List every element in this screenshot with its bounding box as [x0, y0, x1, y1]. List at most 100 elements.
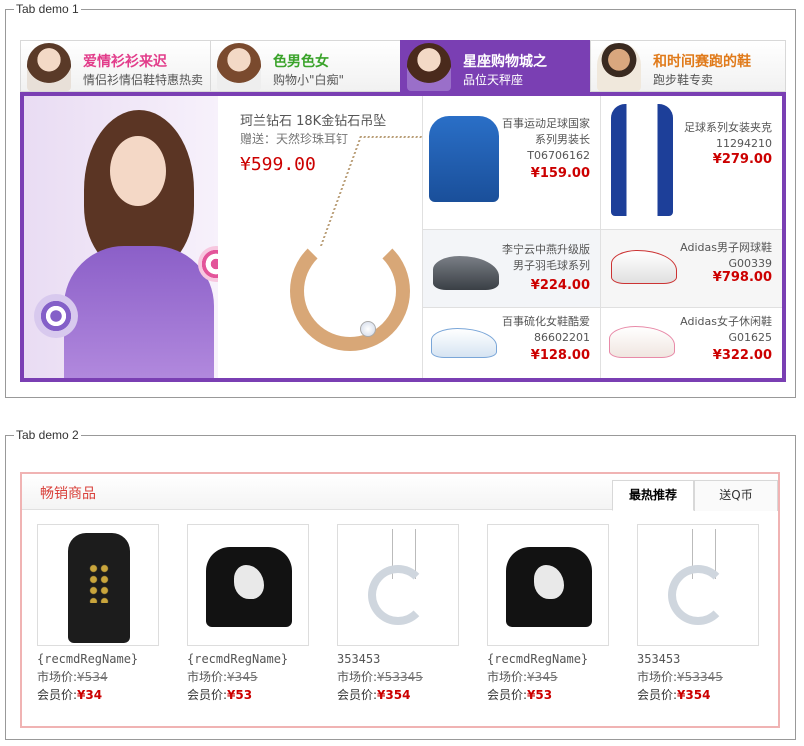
- product-grid: 百事运动足球国家系列男装长T06706162 ¥159.00 足球系列女装夹克1…: [422, 96, 782, 378]
- market-price: 市场价:¥53345: [637, 670, 723, 684]
- promo-tabs: 爱情衫衫来迟 情侣衫情侣鞋特惠热卖 色男色女 购物小"白痴" 星座购物城之 品位…: [20, 40, 786, 92]
- list-item: {recmdRegName} 市场价:¥345 会员价:¥53: [487, 524, 611, 704]
- shoe-image: [431, 328, 497, 358]
- tab-portrait-image: [597, 43, 641, 91]
- shoe-image: [433, 256, 499, 290]
- product-price: ¥798.00: [712, 270, 772, 285]
- member-price-value: ¥354: [677, 688, 711, 702]
- member-price: 会员价:¥53: [487, 688, 553, 702]
- member-price-value: ¥354: [377, 688, 411, 702]
- member-price-value: ¥34: [77, 688, 103, 702]
- tab-subtitle: 品位天秤座: [463, 73, 524, 87]
- tab-title: 和时间赛跑的鞋: [653, 54, 751, 70]
- tab-title: 星座购物城之: [463, 54, 547, 70]
- market-price-value: ¥345: [227, 670, 258, 684]
- product-cell[interactable]: 百事硫化女鞋酷爱86602201 ¥128.00: [422, 308, 600, 378]
- tab-demo-2: Tab demo 2 畅销商品 最热推荐 送Q币 {recmdRegName} …: [5, 428, 796, 740]
- list-item: 353453 市场价:¥53345 会员价:¥354: [337, 524, 461, 704]
- necklace-image: [368, 565, 428, 625]
- product-cell[interactable]: 足球系列女装夹克11294210 ¥279.00: [600, 96, 782, 230]
- tab-hot-recommend[interactable]: 最热推荐: [612, 480, 694, 511]
- product-price: ¥322.00: [712, 348, 772, 363]
- product-name: 足球系列女装夹克11294210: [684, 121, 772, 150]
- tab-fashion[interactable]: 色男色女 购物小"白痴": [210, 40, 400, 92]
- demo-1-legend: Tab demo 1: [16, 2, 79, 16]
- jacket-image: [611, 104, 673, 216]
- shoe-image: [611, 250, 677, 284]
- gem-icon: [360, 321, 376, 337]
- product-name: Adidas男子网球鞋G00339: [680, 241, 772, 270]
- tab-portrait-image: [407, 43, 451, 91]
- product-cell[interactable]: 李宁云中燕升级版男子羽毛球系列 ¥224.00: [422, 230, 600, 308]
- tab-title: 色男色女: [273, 54, 329, 70]
- product-cell[interactable]: 百事运动足球国家系列男装长T06706162 ¥159.00: [422, 96, 600, 230]
- product-price: ¥159.00: [530, 166, 590, 181]
- product-price: ¥224.00: [530, 278, 590, 293]
- coat-image: [68, 533, 130, 643]
- product-name[interactable]: {recmdRegName}: [187, 652, 311, 668]
- product-list: {recmdRegName} 市场价:¥534 会员价:¥34 {recmdRe…: [37, 524, 777, 714]
- product-name[interactable]: {recmdRegName}: [487, 652, 611, 668]
- member-price: 会员价:¥34: [37, 688, 103, 702]
- tab-portrait-image: [27, 43, 71, 91]
- product-image[interactable]: [37, 524, 159, 646]
- necklace-image: [668, 565, 728, 625]
- tab-portrait-image: [217, 43, 261, 91]
- featured-pendant[interactable]: 珂兰钻石 18K金钻石吊坠 赠送：天然珍珠耳钉 ¥599.00: [220, 96, 431, 378]
- tab-subtitle: 情侣衫情侣鞋特惠热卖: [83, 73, 204, 87]
- bestsellers-header: 畅销商品 最热推荐 送Q币: [22, 474, 778, 511]
- promo-panel: 珂兰钻石 18K金钻石吊坠 赠送：天然珍珠耳钉 ¥599.00 百事运动足球国家…: [20, 92, 786, 382]
- sweater-image: [206, 547, 292, 627]
- tab-q-coins[interactable]: 送Q币: [694, 480, 778, 511]
- product-name: 百事运动足球国家系列男装长T06706162: [502, 117, 590, 162]
- list-item: 353453 市场价:¥53345 会员价:¥354: [637, 524, 761, 704]
- product-price: ¥128.00: [530, 348, 590, 363]
- product-name[interactable]: 353453: [337, 652, 461, 668]
- member-price: 会员价:¥354: [337, 688, 411, 702]
- pendant-chain-image: [319, 136, 431, 246]
- jersey-image: [429, 116, 499, 202]
- product-image[interactable]: [487, 524, 609, 646]
- tab-running-shoes[interactable]: 和时间赛跑的鞋 跑步鞋专卖: [590, 40, 786, 92]
- market-price: 市场价:¥345: [187, 670, 258, 684]
- tab-demo-1: Tab demo 1 爱情衫衫来迟 情侣衫情侣鞋特惠热卖 色男色女 购物小"白痴…: [5, 2, 796, 398]
- product-name[interactable]: {recmdRegName}: [37, 652, 161, 668]
- bestsellers-box: 畅销商品 最热推荐 送Q币 {recmdRegName} 市场价:¥534 会员…: [20, 472, 780, 728]
- bestsellers-title: 畅销商品: [40, 486, 96, 502]
- demo-2-legend: Tab demo 2: [16, 428, 79, 442]
- product-image[interactable]: [637, 524, 759, 646]
- shoe-image: [609, 326, 675, 358]
- member-price: 会员价:¥354: [637, 688, 711, 702]
- product-image[interactable]: [337, 524, 459, 646]
- product-cell[interactable]: Adidas女子休闲鞋G01625 ¥322.00: [600, 308, 782, 378]
- member-price-value: ¥53: [527, 688, 553, 702]
- featured-name: 珂兰钻石 18K金钻石吊坠: [240, 114, 387, 129]
- market-price-value: ¥534: [77, 670, 108, 684]
- product-price: ¥279.00: [712, 152, 772, 167]
- featured-price: ¥599.00: [240, 154, 316, 175]
- tab-title: 爱情衫衫来迟: [83, 54, 167, 70]
- tab-subtitle: 跑步鞋专卖: [653, 73, 714, 87]
- tab-subtitle: 购物小"白痴": [273, 73, 345, 87]
- market-price: 市场价:¥53345: [337, 670, 423, 684]
- list-item: {recmdRegName} 市场价:¥534 会员价:¥34: [37, 524, 161, 704]
- product-name: Adidas女子休闲鞋G01625: [680, 315, 772, 344]
- tab-love-shirts[interactable]: 爱情衫衫来迟 情侣衫情侣鞋特惠热卖: [20, 40, 210, 92]
- product-name[interactable]: 353453: [637, 652, 761, 668]
- list-item: {recmdRegName} 市场价:¥345 会员价:¥53: [187, 524, 311, 704]
- hero-model-image[interactable]: [24, 96, 218, 378]
- member-price-value: ¥53: [227, 688, 253, 702]
- product-name: 李宁云中燕升级版男子羽毛球系列: [502, 243, 590, 272]
- product-name: 百事硫化女鞋酷爱86602201: [502, 315, 590, 344]
- tab-libra-shopping[interactable]: 星座购物城之 品位天秤座: [400, 40, 590, 92]
- pendant-image: [290, 231, 410, 351]
- market-price: 市场价:¥534: [37, 670, 108, 684]
- member-price: 会员价:¥53: [187, 688, 253, 702]
- product-cell[interactable]: Adidas男子网球鞋G00339 ¥798.00: [600, 230, 782, 308]
- sweater-image: [506, 547, 592, 627]
- product-image[interactable]: [187, 524, 309, 646]
- market-price-value: ¥53345: [377, 670, 423, 684]
- market-price-value: ¥53345: [677, 670, 723, 684]
- featured-gift: 赠送：天然珍珠耳钉: [240, 132, 349, 146]
- target-icon: [34, 294, 78, 338]
